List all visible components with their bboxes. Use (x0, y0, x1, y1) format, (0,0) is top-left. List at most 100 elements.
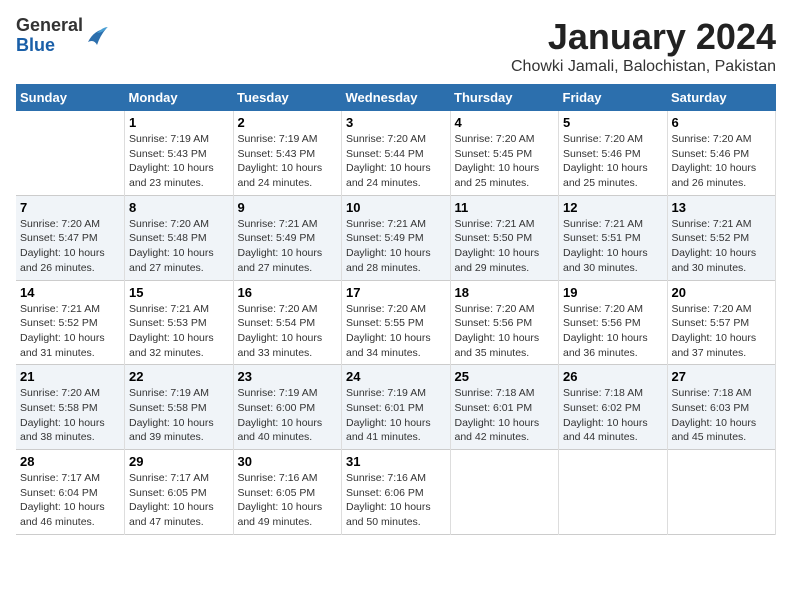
calendar-cell (16, 111, 125, 195)
cell-info: Sunrise: 7:20 AM Sunset: 5:48 PM Dayligh… (129, 217, 229, 276)
calendar-cell: 26 Sunrise: 7:18 AM Sunset: 6:02 PM Dayli… (559, 365, 668, 450)
calendar-cell: 12Sunrise: 7:21 AM Sunset: 5:51 PM Dayli… (559, 195, 668, 280)
cell-info: Sunrise: 7:19 AM Sunset: 5:43 PM Dayligh… (129, 132, 229, 191)
cell-info: Sunrise: 7:21 AM Sunset: 5:52 PM Dayligh… (672, 217, 772, 276)
cell-info: Sunrise: 7:18 AM Sunset: 6:01 PM Dayligh… (455, 386, 555, 445)
calendar-cell: 22Sunrise: 7:19 AM Sunset: 5:58 PM Dayli… (125, 365, 234, 450)
day-number: 10 (346, 200, 446, 215)
cell-info: Sunrise: 7:20 AM Sunset: 5:44 PM Dayligh… (346, 132, 446, 191)
cell-info: Sunrise: 7:19 AM Sunset: 5:43 PM Dayligh… (238, 132, 338, 191)
day-number: 18 (455, 285, 555, 300)
cell-info: Sunrise: 7:21 AM Sunset: 5:53 PM Dayligh… (129, 302, 229, 361)
day-number: 7 (20, 200, 120, 215)
calendar-cell: 29Sunrise: 7:17 AM Sunset: 6:05 PM Dayli… (125, 450, 234, 535)
week-row-5: 28Sunrise: 7:17 AM Sunset: 6:04 PM Dayli… (16, 450, 776, 535)
calendar-table: SundayMondayTuesdayWednesdayThursdayFrid… (16, 84, 776, 535)
cell-info: Sunrise: 7:19 AM Sunset: 6:00 PM Dayligh… (238, 386, 338, 445)
calendar-cell: 23 Sunrise: 7:19 AM Sunset: 6:00 PM Dayli… (233, 365, 342, 450)
cell-info: Sunrise: 7:18 AM Sunset: 6:03 PM Dayligh… (672, 386, 772, 445)
day-number: 8 (129, 200, 229, 215)
calendar-cell: 4Sunrise: 7:20 AM Sunset: 5:45 PM Daylig… (450, 111, 559, 195)
calendar-cell: 30Sunrise: 7:16 AM Sunset: 6:05 PM Dayli… (233, 450, 342, 535)
cell-info: Sunrise: 7:20 AM Sunset: 5:46 PM Dayligh… (672, 132, 772, 191)
calendar-cell: 3 Sunrise: 7:20 AM Sunset: 5:44 PM Daylig… (342, 111, 451, 195)
day-header-tuesday: Tuesday (233, 84, 342, 111)
week-row-1: 1 Sunrise: 7:19 AM Sunset: 5:43 PM Daylig… (16, 111, 776, 195)
calendar-cell: 21 Sunrise: 7:20 AM Sunset: 5:58 PM Dayli… (16, 365, 125, 450)
day-number: 17 (346, 285, 446, 300)
day-number: 31 (346, 454, 446, 469)
day-number: 15 (129, 285, 229, 300)
calendar-cell: 8 Sunrise: 7:20 AM Sunset: 5:48 PM Daylig… (125, 195, 234, 280)
week-row-3: 14 Sunrise: 7:21 AM Sunset: 5:52 PM Dayli… (16, 280, 776, 365)
day-number: 23 (238, 369, 338, 384)
calendar-cell: 25 Sunrise: 7:18 AM Sunset: 6:01 PM Dayli… (450, 365, 559, 450)
day-header-sunday: Sunday (16, 84, 125, 111)
cell-info: Sunrise: 7:18 AM Sunset: 6:02 PM Dayligh… (563, 386, 663, 445)
calendar-cell: 13Sunrise: 7:21 AM Sunset: 5:52 PM Dayli… (667, 195, 776, 280)
cell-info: Sunrise: 7:21 AM Sunset: 5:49 PM Dayligh… (346, 217, 446, 276)
calendar-cell: 17 Sunrise: 7:20 AM Sunset: 5:55 PM Dayli… (342, 280, 451, 365)
location: Chowki Jamali, Balochistan, Pakistan (511, 58, 776, 76)
calendar-cell: 5Sunrise: 7:20 AM Sunset: 5:46 PM Daylig… (559, 111, 668, 195)
day-number: 20 (672, 285, 772, 300)
calendar-cell: 19 Sunrise: 7:20 AM Sunset: 5:56 PM Dayli… (559, 280, 668, 365)
day-number: 21 (20, 369, 120, 384)
day-number: 30 (238, 454, 338, 469)
day-header-wednesday: Wednesday (342, 84, 451, 111)
calendar-cell: 27 Sunrise: 7:18 AM Sunset: 6:03 PM Dayli… (667, 365, 776, 450)
day-number: 22 (129, 369, 229, 384)
day-number: 28 (20, 454, 120, 469)
cell-info: Sunrise: 7:21 AM Sunset: 5:52 PM Dayligh… (20, 302, 120, 361)
cell-info: Sunrise: 7:20 AM Sunset: 5:58 PM Dayligh… (20, 386, 120, 445)
logo-general: General (16, 16, 83, 36)
calendar-cell (667, 450, 776, 535)
calendar-cell (450, 450, 559, 535)
title-area: January 2024 Chowki Jamali, Balochistan,… (511, 16, 776, 76)
calendar-cell: 6 Sunrise: 7:20 AM Sunset: 5:46 PM Daylig… (667, 111, 776, 195)
day-number: 1 (129, 115, 229, 130)
day-number: 9 (238, 200, 338, 215)
logo-blue: Blue (16, 36, 83, 56)
day-number: 24 (346, 369, 446, 384)
day-header-friday: Friday (559, 84, 668, 111)
cell-info: Sunrise: 7:21 AM Sunset: 5:51 PM Dayligh… (563, 217, 663, 276)
day-header-monday: Monday (125, 84, 234, 111)
calendar-cell: 31 Sunrise: 7:16 AM Sunset: 6:06 PM Dayli… (342, 450, 451, 535)
day-number: 25 (455, 369, 555, 384)
cell-info: Sunrise: 7:20 AM Sunset: 5:57 PM Dayligh… (672, 302, 772, 361)
logo: General Blue (16, 16, 109, 56)
cell-info: Sunrise: 7:19 AM Sunset: 6:01 PM Dayligh… (346, 386, 446, 445)
day-number: 2 (238, 115, 338, 130)
day-number: 6 (672, 115, 772, 130)
calendar-cell: 9Sunrise: 7:21 AM Sunset: 5:49 PM Daylig… (233, 195, 342, 280)
calendar-cell: 28Sunrise: 7:17 AM Sunset: 6:04 PM Dayli… (16, 450, 125, 535)
day-number: 3 (346, 115, 446, 130)
calendar-cell: 11Sunrise: 7:21 AM Sunset: 5:50 PM Dayli… (450, 195, 559, 280)
calendar-cell: 20 Sunrise: 7:20 AM Sunset: 5:57 PM Dayli… (667, 280, 776, 365)
day-number: 19 (563, 285, 663, 300)
day-header-saturday: Saturday (667, 84, 776, 111)
day-number: 16 (238, 285, 338, 300)
calendar-cell: 15 Sunrise: 7:21 AM Sunset: 5:53 PM Dayli… (125, 280, 234, 365)
day-number: 29 (129, 454, 229, 469)
day-number: 14 (20, 285, 120, 300)
cell-info: Sunrise: 7:20 AM Sunset: 5:55 PM Dayligh… (346, 302, 446, 361)
calendar-cell: 14 Sunrise: 7:21 AM Sunset: 5:52 PM Dayli… (16, 280, 125, 365)
calendar-cell: 2 Sunrise: 7:19 AM Sunset: 5:43 PM Daylig… (233, 111, 342, 195)
days-header-row: SundayMondayTuesdayWednesdayThursdayFrid… (16, 84, 776, 111)
calendar-cell: 7 Sunrise: 7:20 AM Sunset: 5:47 PM Daylig… (16, 195, 125, 280)
calendar-cell (559, 450, 668, 535)
cell-info: Sunrise: 7:20 AM Sunset: 5:47 PM Dayligh… (20, 217, 120, 276)
day-number: 4 (455, 115, 555, 130)
cell-info: Sunrise: 7:20 AM Sunset: 5:56 PM Dayligh… (455, 302, 555, 361)
day-number: 27 (672, 369, 772, 384)
week-row-4: 21 Sunrise: 7:20 AM Sunset: 5:58 PM Dayli… (16, 365, 776, 450)
cell-info: Sunrise: 7:20 AM Sunset: 5:56 PM Dayligh… (563, 302, 663, 361)
cell-info: Sunrise: 7:16 AM Sunset: 6:06 PM Dayligh… (346, 471, 446, 530)
week-row-2: 7 Sunrise: 7:20 AM Sunset: 5:47 PM Daylig… (16, 195, 776, 280)
calendar-cell: 24 Sunrise: 7:19 AM Sunset: 6:01 PM Dayli… (342, 365, 451, 450)
calendar-cell: 16Sunrise: 7:20 AM Sunset: 5:54 PM Dayli… (233, 280, 342, 365)
header: General Blue January 2024 Chowki Jamali,… (16, 16, 776, 76)
day-number: 26 (563, 369, 663, 384)
